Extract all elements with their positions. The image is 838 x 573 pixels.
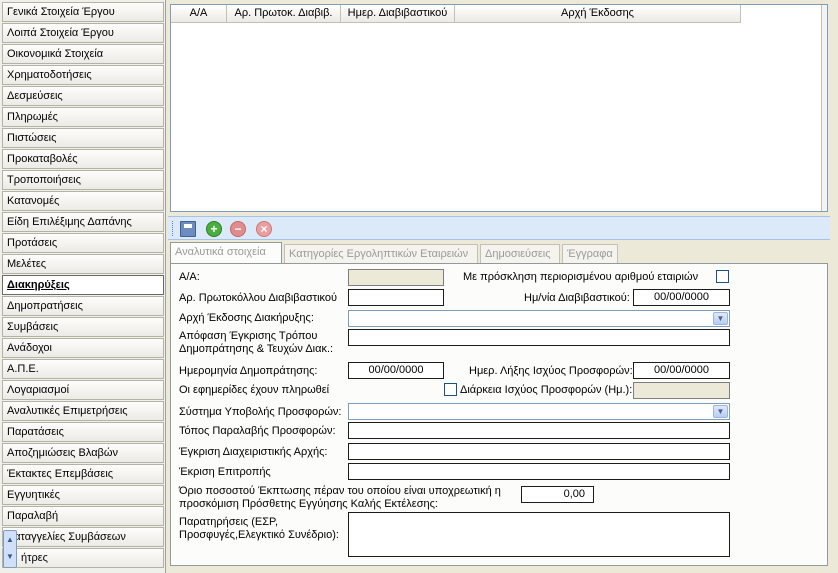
aa-label: Α/Α:	[179, 271, 200, 283]
transmittal-date-label: Ημ/νία Διαβιβαστικού:	[524, 292, 630, 304]
submission-system-select[interactable]: ▼	[348, 403, 730, 420]
managing-authority-approval-input[interactable]	[348, 443, 730, 460]
offers-expiry-input[interactable]: 00/00/0000	[633, 362, 730, 379]
sidebar-item[interactable]: Προκαταβολές	[2, 149, 164, 169]
transmittal-date-input[interactable]: 00/00/0000	[633, 289, 730, 306]
limited-invitation-checkbox[interactable]	[716, 270, 729, 283]
sidebar-item[interactable]: Αποζημιώσεις Βλαβών	[2, 443, 164, 463]
sidebar-item[interactable]: Συμβάσεις	[2, 317, 164, 337]
records-grid[interactable]: Α/Α Αρ. Πρωτοκ. Διαβιβ. Ημερ. Διαβιβαστι…	[170, 4, 828, 212]
sidebar-item[interactable]: Παρατάσεις	[2, 422, 164, 442]
sidebar-item[interactable]: Α.Π.Ε.	[2, 359, 164, 379]
column-header-protocol[interactable]: Αρ. Πρωτοκ. Διαβιβ.	[227, 5, 341, 23]
chevron-down-icon[interactable]: ▼	[713, 405, 728, 418]
offers-expiry-label: Ημερ. Λήξης Ισχύος Προσφορών:	[469, 365, 633, 377]
discount-limit-input[interactable]: 0,00	[521, 486, 594, 503]
tab-documents[interactable]: Έγγραφα	[562, 244, 618, 264]
decision-input[interactable]	[348, 329, 730, 346]
tab-details[interactable]: Αναλυτικά στοιχεία	[170, 242, 282, 264]
newspapers-paid-label: Οι εφημερίδες έχουν πληρωθεί	[179, 384, 330, 396]
protocol-input[interactable]	[348, 289, 444, 306]
sidebar-item[interactable]: Εγγυητικές	[2, 485, 164, 505]
submission-system-label: Σύστημα Υποβολής Προσφορών:	[179, 406, 342, 418]
newspapers-paid-checkbox[interactable]	[444, 383, 457, 396]
delete-icon[interactable]: −	[230, 221, 246, 237]
sidebar-item[interactable]: Λογαριασμοί	[2, 380, 164, 400]
limited-invitation-label: Με πρόσκληση περιορισμένου αριθμού εταιρ…	[463, 271, 699, 283]
notes-label-line1: Παρατηρήσεις (ΕΣΡ,	[179, 516, 279, 528]
tab-contractor-categories[interactable]: Κατηγορίες Εργοληπτικών Εταιρειών	[284, 244, 478, 264]
sidebar-item[interactable]: Τροποποιήσεις	[2, 170, 164, 190]
managing-authority-approval-label: Έγκριση Διαχειριστικής Αρχής:	[179, 446, 328, 458]
sidebar-item[interactable]: Γενικά Στοιχεία Έργου	[2, 2, 164, 22]
discount-limit-label-line2: προσκόμιση Πρόσθετης Εγγύησης Καλής Εκτέ…	[179, 498, 438, 510]
notes-textarea[interactable]	[348, 512, 730, 557]
main-pane: Α/Α Αρ. Πρωτοκ. Διαβιβ. Ημερ. Διαβιβαστι…	[168, 0, 838, 573]
sidebar-item[interactable]: Κατανομές	[2, 191, 164, 211]
sidebar-nav: Γενικά Στοιχεία Έργου Λοιπά Στοιχεία Έργο…	[0, 0, 166, 573]
tab-strip: Αναλυτικά στοιχεία Κατηγορίες Εργοληπτικ…	[170, 242, 828, 264]
sidebar-item[interactable]: Οικονομικά Στοιχεία	[2, 44, 164, 64]
sidebar-item[interactable]: Χρηματοδοτήσεις	[2, 65, 164, 85]
sidebar-item[interactable]: Είδη Επιλέξιμης Δαπάνης	[2, 212, 164, 232]
sidebar-item[interactable]: Πιστώσεις	[2, 128, 164, 148]
cancel-icon[interactable]: ×	[256, 221, 272, 237]
app-window: Γενικά Στοιχεία Έργου Λοιπά Στοιχεία Έργο…	[0, 0, 838, 573]
protocol-label: Αρ. Πρωτοκόλλου Διαβιβαστικού	[179, 292, 338, 304]
toolbar: + − ×	[168, 216, 830, 240]
decision-label-line1: Απόφαση Έγκρισης Τρόπου	[179, 330, 318, 342]
sidebar-item[interactable]: Προτάσεις	[2, 233, 164, 253]
auction-date-label: Ημερομηνία Δημοπράτησης:	[179, 365, 318, 377]
receipt-place-label: Τόπος Παραλαβής Προσφορών:	[179, 425, 336, 437]
sidebar-item[interactable]: Δημοπρατήσεις	[2, 296, 164, 316]
column-header-date[interactable]: Ημερ. Διαβιβαστικού	[341, 5, 455, 23]
details-panel: Α/Α: Με πρόσκληση περιορισμένου αριθμού …	[170, 263, 828, 566]
sidebar-item[interactable]: Ανάδοχοι	[2, 338, 164, 358]
sidebar-item[interactable]: Διακηρύξεις	[2, 275, 164, 295]
sidebar-item[interactable]: Αναλυτικές Επιμετρήσεις	[2, 401, 164, 421]
column-header-authority[interactable]: Αρχή Έκδοσης	[455, 5, 741, 23]
authority-select[interactable]: ▼	[348, 310, 730, 327]
sidebar-item[interactable]: Παραλαβή	[2, 506, 164, 526]
offers-duration-label: Διάρκεια Ισχύος Προσφορών (Ημ.):	[460, 384, 633, 396]
sidebar-item[interactable]: Καταγγελίες Συμβάσεων	[2, 527, 164, 547]
scroll-down-icon[interactable]: ▼	[4, 548, 16, 565]
sidebar-item[interactable]: ήτρες	[2, 548, 164, 568]
discount-limit-label-line1: Όριο ποσοστού Έκπτωσης πέραν του οποίου …	[179, 485, 501, 497]
decision-label-line2: Δημοπράτησης & Τευχών Διακ.:	[179, 343, 334, 355]
auction-date-input[interactable]: 00/00/0000	[348, 362, 444, 379]
scroll-up-icon[interactable]: ▲	[4, 531, 16, 548]
save-icon[interactable]	[180, 221, 196, 237]
chevron-down-icon[interactable]: ▼	[713, 312, 728, 325]
committee-input[interactable]	[348, 463, 730, 480]
toolbar-grip	[172, 221, 175, 236]
grid-edge	[821, 5, 827, 211]
receipt-place-input[interactable]	[348, 422, 730, 439]
committee-label: Έκριση Επιτροπής	[179, 466, 271, 478]
sidebar-item[interactable]: Μελέτες	[2, 254, 164, 274]
add-icon[interactable]: +	[206, 221, 222, 237]
aa-field	[348, 269, 444, 286]
sidebar-scroll-buttons[interactable]: ▲ ▼	[3, 530, 17, 568]
tab-publications[interactable]: Δημοσιεύσεις	[480, 244, 560, 264]
column-header-aa[interactable]: Α/Α	[171, 5, 227, 23]
sidebar-item[interactable]: Λοιπά Στοιχεία Έργου	[2, 23, 164, 43]
sidebar-item[interactable]: Έκτακτες Επεμβάσεις	[2, 464, 164, 484]
sidebar-item[interactable]: Δεσμεύσεις	[2, 86, 164, 106]
notes-label-line2: Προσφυγές,Ελεγκτικό Συνέδριο):	[179, 529, 339, 541]
grid-header: Α/Α Αρ. Πρωτοκ. Διαβιβ. Ημερ. Διαβιβαστι…	[171, 5, 741, 23]
sidebar-item[interactable]: Πληρωμές	[2, 107, 164, 127]
authority-label: Αρχή Έκδοσης Διακήρυξης:	[179, 312, 314, 324]
offers-duration-field	[633, 382, 730, 399]
